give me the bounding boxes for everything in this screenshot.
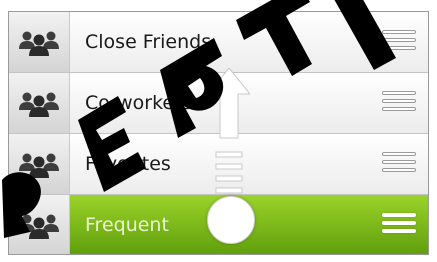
people-group-icon — [9, 73, 70, 133]
people-group-icon — [9, 12, 70, 72]
group-label: Frequent — [85, 214, 169, 236]
people-group-icon — [9, 134, 70, 194]
drag-touch-point[interactable] — [207, 196, 255, 244]
list-item-close-friends[interactable]: Close Friends — [9, 12, 428, 73]
drag-handle-icon[interactable] — [382, 30, 416, 56]
people-group-icon — [9, 195, 70, 254]
drag-handle-icon[interactable] — [382, 91, 416, 117]
group-label: Close Friends — [85, 31, 212, 53]
drag-handle-icon[interactable] — [382, 152, 416, 178]
group-label: Favorites — [85, 153, 171, 175]
group-label: Co-workers — [85, 92, 192, 114]
drag-handle-icon[interactable] — [382, 213, 416, 239]
